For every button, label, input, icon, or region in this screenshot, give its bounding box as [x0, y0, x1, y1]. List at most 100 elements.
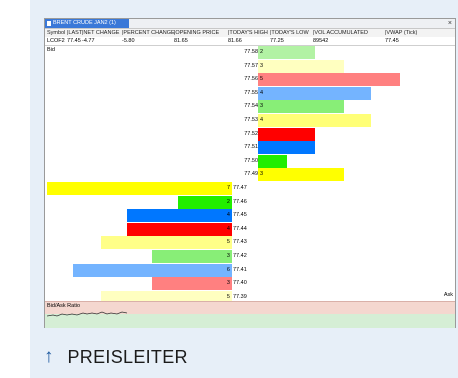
ask-volume-bar — [258, 154, 288, 168]
quote-value-cell: -5.80 — [122, 38, 135, 44]
bid-quantity: 3 — [226, 280, 230, 287]
price-label: 77.51 — [244, 144, 258, 151]
bid-volume-bar: 4 — [126, 222, 232, 236]
ask-row[interactable]: 77.57 3 — [45, 59, 455, 73]
price-label: 77.58 — [244, 49, 258, 55]
bid-row[interactable]: 3 77.40 — [45, 277, 455, 291]
footer-label: PREISLEITER — [67, 346, 188, 367]
ask-row[interactable]: 77.58 2 — [45, 46, 455, 59]
quote-value-cell: -4.77 — [82, 38, 95, 44]
bid-row[interactable]: 3 77.42 — [45, 250, 455, 263]
bid-row[interactable]: 4 77.45 — [45, 209, 455, 223]
ask-volume-bar: 2 — [258, 46, 315, 59]
ask-volume-bar — [258, 127, 315, 141]
quote-header-cell: |TODAY'S HIGH — [228, 30, 268, 36]
ask-quantity: 3 — [260, 171, 264, 178]
quote-header-row: Symbol |LAST |NET CHANGE |PERCENT CHANGE |OP… — [45, 29, 455, 37]
ask-volume-bar: 3 — [258, 168, 344, 182]
bid-quantity: 5 — [226, 239, 230, 246]
price-label: 77.47 — [233, 185, 247, 191]
ask-volume-bar — [258, 141, 315, 155]
depth-window: BRENT CRUDE JAN2 (1) × Symbol |LAST |NET C… — [44, 18, 456, 328]
ask-volume-bar: 4 — [258, 86, 372, 100]
bid-ask-ratio-panel: Bid/Ask Ratio — [45, 301, 455, 328]
bid-quantity: 3 — [226, 253, 230, 259]
ask-quantity: 5 — [260, 76, 264, 83]
window-icon — [47, 21, 51, 26]
footer-link[interactable]: ↑ PREISLEITER — [44, 340, 188, 374]
close-icon[interactable]: × — [448, 19, 452, 28]
price-label: 77.56 — [244, 76, 258, 83]
price-label: 77.49 — [244, 171, 258, 178]
price-label: 77.57 — [244, 62, 258, 69]
window-titlebar: BRENT CRUDE JAN2 (1) × — [45, 19, 455, 29]
bid-quantity: 4 — [226, 212, 230, 219]
price-label: 77.53 — [244, 117, 258, 123]
ask-volume-bar: 5 — [258, 73, 401, 87]
arrow-up-icon: ↑ — [44, 346, 54, 367]
price-label: 77.52 — [244, 130, 258, 137]
price-label: 77.55 — [244, 89, 258, 96]
quote-value-cell: 89542 — [313, 38, 329, 44]
bid-volume-bar: 4 — [126, 209, 232, 223]
bid-row[interactable]: 6 77.41 — [45, 263, 455, 277]
window-title: BRENT CRUDE JAN2 (1) — [53, 20, 116, 26]
bid-volume-bar: 5 — [100, 236, 232, 250]
ask-volume-bar: 4 — [258, 114, 372, 127]
price-ladder: Bid Ask 77.58 2 77.57 3 77.56 5 77.55 4 77.54 3 77… — [45, 46, 455, 318]
price-label: 77.50 — [244, 157, 258, 164]
ask-row[interactable]: 77.50 — [45, 154, 455, 168]
ask-row[interactable]: 77.53 4 — [45, 114, 455, 127]
price-label: 77.43 — [233, 239, 247, 246]
price-label: 77.40 — [233, 280, 247, 287]
ask-row[interactable]: 77.51 — [45, 141, 455, 155]
price-label: 77.42 — [233, 253, 247, 259]
bid-quantity: 4 — [226, 225, 230, 232]
quote-value-cell: 81.66 — [228, 38, 242, 44]
bid-quantity: 6 — [226, 266, 230, 273]
bid-volume-bar: 2 — [178, 195, 232, 209]
bid-row[interactable]: 5 77.43 — [45, 236, 455, 250]
quote-header-cell: |NET CHANGE — [82, 30, 120, 36]
quote-header-cell: |VOL ACCUMULATED — [313, 30, 368, 36]
bid-row[interactable]: 7 77.47 — [45, 182, 455, 195]
bid-volume-bar: 6 — [72, 263, 232, 277]
price-label: 77.45 — [233, 212, 247, 219]
quote-header-cell: |OPENING PRICE — [174, 30, 220, 36]
quote-value-cell: 81.65 — [174, 38, 188, 44]
bid-row[interactable]: 4 77.44 — [45, 222, 455, 236]
quote-header-cell: Symbol — [47, 30, 66, 36]
quote-header-cell: |PERCENT CHANGE — [122, 30, 175, 36]
quote-header-cell: |LAST — [67, 30, 83, 36]
ask-row[interactable]: 77.55 4 — [45, 86, 455, 100]
quote-header-cell: |VWAP (Tick) — [385, 30, 418, 36]
bid-row[interactable]: 2 77.46 — [45, 195, 455, 209]
price-label: 77.41 — [233, 266, 247, 273]
ask-volume-bar: 3 — [258, 59, 344, 73]
quote-header-cell: |TODAY'S LOW — [270, 30, 309, 36]
ask-row[interactable]: 77.54 3 — [45, 100, 455, 114]
quote-value-cell: 77.45 — [67, 38, 81, 44]
price-label: 77.46 — [233, 198, 247, 205]
ask-row[interactable]: 77.52 — [45, 127, 455, 141]
ask-volume-bar: 3 — [258, 100, 344, 114]
window-tab[interactable]: BRENT CRUDE JAN2 (1) — [45, 19, 129, 28]
quote-value-cell: LCOF2 — [47, 38, 65, 44]
bid-quantity: 7 — [226, 185, 230, 191]
bid-volume-bar: 3 — [152, 250, 232, 263]
ask-row[interactable]: 77.49 3 — [45, 168, 455, 182]
quote-values-row: LCOF2 77.45 -4.77 -5.80 81.65 81.66 77.25 89542… — [45, 37, 455, 46]
quote-value-cell: 77.25 — [270, 38, 284, 44]
price-label: 77.54 — [244, 103, 258, 110]
quote-value-cell: 77.45 — [385, 38, 399, 44]
ask-quantity: 3 — [260, 103, 264, 110]
ask-row[interactable]: 77.56 5 — [45, 73, 455, 87]
bid-quantity: 2 — [226, 198, 230, 205]
ask-quantity: 3 — [260, 62, 264, 69]
ask-quantity: 4 — [260, 89, 264, 96]
ratio-sparkline — [47, 311, 128, 317]
bid-volume-bar: 3 — [152, 277, 232, 291]
ask-quantity: 4 — [260, 117, 264, 123]
bid-volume-bar: 7 — [47, 182, 232, 195]
ask-quantity: 2 — [260, 49, 264, 55]
